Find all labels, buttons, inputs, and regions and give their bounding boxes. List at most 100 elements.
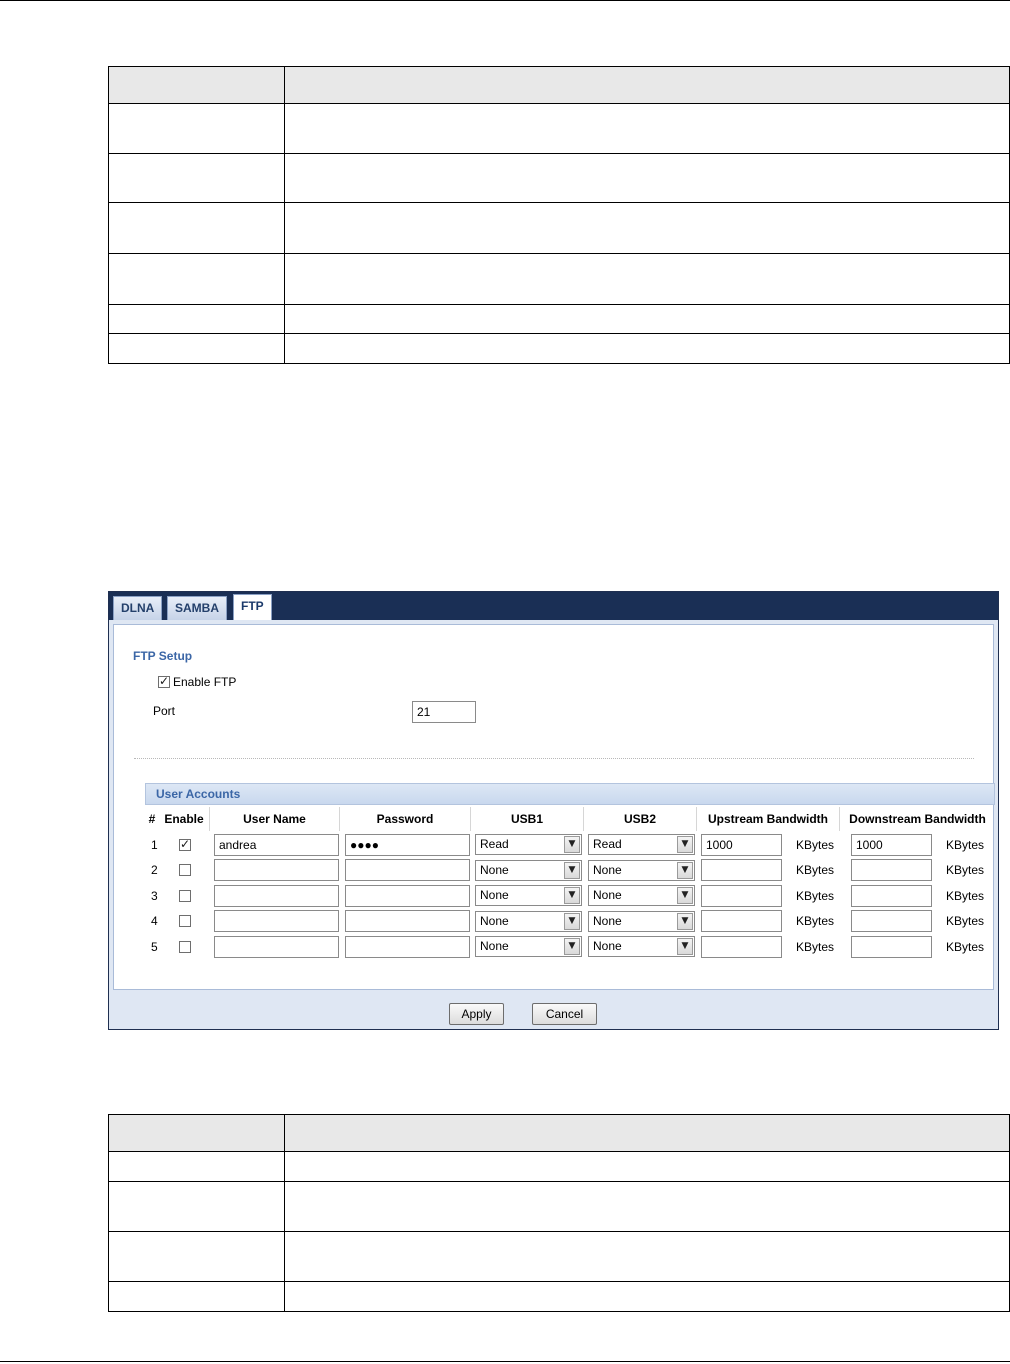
table-cell xyxy=(284,333,1010,364)
enable-ftp-label: Enable FTP xyxy=(173,675,237,689)
chevron-down-icon[interactable]: ▼ xyxy=(677,887,693,904)
user-name-input[interactable] xyxy=(214,884,339,907)
user-name-input[interactable] xyxy=(214,910,339,932)
usb1-value: None xyxy=(480,888,509,902)
password-input[interactable] xyxy=(345,859,470,881)
table-cell xyxy=(284,202,1010,254)
usb2-value: Read xyxy=(593,837,622,851)
table-cell xyxy=(108,202,285,254)
table-header-cell xyxy=(108,66,285,104)
chevron-down-icon[interactable]: ▼ xyxy=(564,912,580,930)
chevron-down-icon[interactable]: ▼ xyxy=(564,836,580,853)
cancel-button[interactable]: Cancel xyxy=(532,1003,597,1025)
upstream-cell: KBytes xyxy=(701,883,841,908)
account-row: 4 None ▼ None ▼ KBytes KBytes xyxy=(145,909,995,934)
usb1-cell: Read ▼ xyxy=(475,832,582,857)
enable-cell xyxy=(179,883,199,908)
chevron-down-icon[interactable]: ▼ xyxy=(564,938,580,955)
upstream-input[interactable]: 1000 xyxy=(701,833,782,856)
upstream-input[interactable] xyxy=(701,859,782,881)
table-cell xyxy=(284,103,1010,154)
col-header-downstream: Downstream Bandwidth xyxy=(839,807,995,831)
table-cell xyxy=(108,1231,285,1282)
chevron-down-icon[interactable]: ▼ xyxy=(564,861,580,879)
usb1-select[interactable]: None ▼ xyxy=(475,859,582,881)
user-name-cell: andrea xyxy=(214,832,340,857)
enable-ftp-checkbox[interactable] xyxy=(158,674,170,688)
upstream-input[interactable] xyxy=(701,910,782,932)
downstream-input[interactable] xyxy=(851,884,932,907)
usb2-select[interactable]: None ▼ xyxy=(588,936,695,957)
usb1-cell: None ▼ xyxy=(475,909,582,934)
usb1-value: Read xyxy=(480,837,509,851)
user-name-cell xyxy=(214,909,340,934)
account-enable-checkbox[interactable] xyxy=(179,889,191,902)
upstream-cell: KBytes xyxy=(701,934,841,959)
usb1-select[interactable]: Read ▼ xyxy=(475,834,582,855)
downstream-unit: KBytes xyxy=(946,837,985,852)
chevron-down-icon[interactable]: ▼ xyxy=(677,938,693,955)
page-top-rule xyxy=(0,0,1010,1)
usb2-select[interactable]: None ▼ xyxy=(588,859,695,881)
ftp-settings-window: DLNA SAMBA FTP FTP Setup Enable FTP Port… xyxy=(108,591,999,1030)
upstream-input[interactable] xyxy=(701,935,782,958)
chevron-down-icon[interactable]: ▼ xyxy=(564,887,580,904)
downstream-input[interactable] xyxy=(851,935,932,958)
tab-samba[interactable]: SAMBA xyxy=(167,596,227,620)
table-cell xyxy=(108,1281,285,1312)
chevron-down-icon[interactable]: ▼ xyxy=(677,912,693,930)
usb2-cell: Read ▼ xyxy=(588,832,695,857)
port-label: Port xyxy=(153,704,176,718)
password-input[interactable] xyxy=(345,884,470,907)
port-input[interactable]: 21 xyxy=(412,701,476,723)
password-input[interactable]: ●●●● xyxy=(345,833,470,856)
downstream-input[interactable] xyxy=(851,910,932,932)
usb2-cell: None ▼ xyxy=(588,883,695,908)
usb1-select[interactable]: None ▼ xyxy=(475,910,582,932)
enable-cell xyxy=(179,858,199,883)
downstream-unit: KBytes xyxy=(946,888,985,903)
downstream-cell: KBytes xyxy=(851,858,995,883)
table-cell xyxy=(284,253,1010,305)
user-name-input[interactable]: andrea xyxy=(214,833,339,856)
downstream-input[interactable]: 1000 xyxy=(851,833,932,856)
usb2-select[interactable]: None ▼ xyxy=(588,885,695,906)
account-enable-checkbox[interactable] xyxy=(179,940,191,953)
usb2-value: None xyxy=(593,939,622,953)
chevron-down-icon[interactable]: ▼ xyxy=(677,861,693,879)
downstream-cell: 1000 KBytes xyxy=(851,832,995,857)
user-name-input[interactable] xyxy=(214,859,339,881)
usb2-select[interactable]: None ▼ xyxy=(588,910,695,932)
upstream-cell: KBytes xyxy=(701,858,841,883)
account-enable-checkbox[interactable] xyxy=(179,837,191,851)
tab-ftp[interactable]: FTP xyxy=(233,594,272,620)
enable-cell xyxy=(179,832,199,857)
password-cell xyxy=(345,934,471,959)
password-input[interactable] xyxy=(345,910,470,932)
row-number: 5 xyxy=(151,939,158,954)
password-cell xyxy=(345,858,471,883)
password-input[interactable] xyxy=(345,935,470,958)
table-cell xyxy=(108,304,285,334)
account-enable-checkbox[interactable] xyxy=(179,915,191,927)
account-enable-checkbox[interactable] xyxy=(179,864,191,876)
chevron-down-icon[interactable]: ▼ xyxy=(677,836,693,853)
user-name-input[interactable] xyxy=(214,935,339,958)
usb1-select[interactable]: None ▼ xyxy=(475,936,582,957)
user-accounts-section: User Accounts # Enable User Name Passwor… xyxy=(145,783,995,991)
ftp-panel: FTP Setup Enable FTP Port 21 User Accoun… xyxy=(113,624,995,991)
account-row: 5 None ▼ None ▼ KBytes KBytes xyxy=(145,934,995,959)
downstream-cell: KBytes xyxy=(851,909,995,934)
tab-dlna[interactable]: DLNA xyxy=(113,596,163,620)
upstream-unit: KBytes xyxy=(796,837,835,852)
description-table-top xyxy=(108,66,1010,364)
apply-button[interactable]: Apply xyxy=(449,1003,504,1025)
usb1-select[interactable]: None ▼ xyxy=(475,885,582,906)
enable-ftp-row: Enable FTP xyxy=(158,674,237,689)
account-row: 3 None ▼ None ▼ KBytes KBytes xyxy=(145,883,995,908)
downstream-input[interactable] xyxy=(851,859,932,881)
table-header-row: # Enable User Name Password USB1 USB2 Up… xyxy=(145,807,995,831)
usb2-select[interactable]: Read ▼ xyxy=(588,834,695,855)
downstream-unit: KBytes xyxy=(946,914,985,928)
upstream-input[interactable] xyxy=(701,884,782,907)
